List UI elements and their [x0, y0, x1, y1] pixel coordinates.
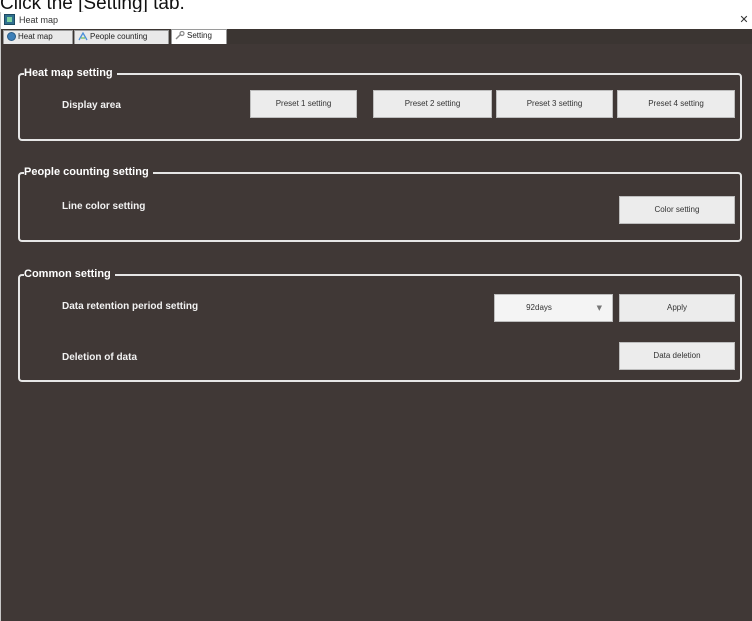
deletion-of-data-label: Deletion of data	[62, 352, 138, 363]
retention-period-value: 92days	[526, 303, 552, 312]
retention-period-select[interactable]: 92days ▼	[494, 294, 613, 322]
tab-heat-map-label: Heat map	[18, 32, 53, 41]
tab-setting[interactable]: Setting	[171, 29, 227, 44]
common-setting-group: Common setting Data retention period set…	[18, 266, 742, 382]
line-color-setting-label: Line color setting	[62, 201, 146, 212]
tab-setting-label: Setting	[187, 31, 212, 40]
tab-bar: Heat map People counting Setting	[1, 29, 752, 44]
display-area-label: Display area	[62, 100, 121, 111]
wrench-icon	[175, 30, 185, 40]
tab-heat-map[interactable]: Heat map	[3, 30, 73, 44]
tab-people-counting-label: People counting	[90, 32, 148, 41]
data-deletion-button[interactable]: Data deletion	[619, 342, 735, 370]
people-counting-setting-title: People counting setting	[24, 164, 153, 180]
heat-map-setting-group: Heat map setting Display area Preset 1 s…	[18, 65, 742, 141]
preset-2-button[interactable]: Preset 2 setting	[373, 90, 492, 118]
heat-map-app-icon	[4, 14, 15, 25]
data-retention-period-label: Data retention period setting	[62, 301, 199, 312]
common-setting-title: Common setting	[24, 266, 115, 282]
preset-3-button[interactable]: Preset 3 setting	[496, 90, 613, 118]
apply-button[interactable]: Apply	[619, 294, 735, 322]
app-window: Heat map ✕ Heat map People counting Sett…	[0, 12, 752, 621]
people-counting-icon	[78, 31, 88, 41]
close-button[interactable]: ✕	[737, 12, 751, 27]
heat-map-setting-title: Heat map setting	[24, 65, 117, 81]
window-title: Heat map	[19, 15, 59, 25]
preset-1-button[interactable]: Preset 1 setting	[250, 90, 357, 118]
settings-panel: Heat map setting Display area Preset 1 s…	[1, 44, 752, 621]
tab-people-counting[interactable]: People counting	[74, 30, 169, 44]
preset-4-button[interactable]: Preset 4 setting	[617, 90, 735, 118]
title-bar: Heat map ✕	[1, 12, 752, 28]
globe-icon	[7, 32, 16, 41]
color-setting-button[interactable]: Color setting	[619, 196, 735, 224]
chevron-down-icon: ▼	[596, 304, 602, 312]
people-counting-setting-group: People counting setting Line color setti…	[18, 164, 742, 242]
